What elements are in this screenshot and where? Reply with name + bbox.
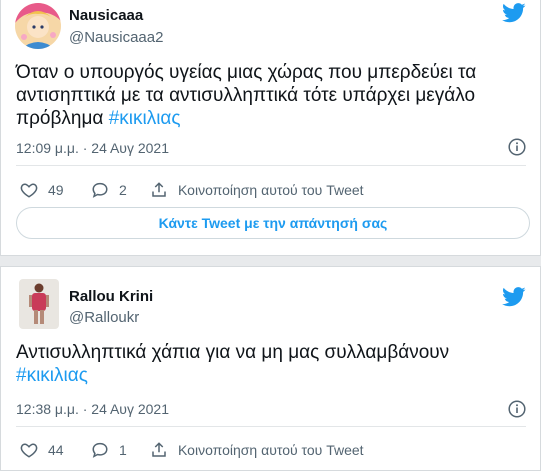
reply-count: 1: [119, 442, 127, 458]
reply-button[interactable]: 2: [91, 179, 127, 201]
divider: [16, 426, 526, 427]
like-button[interactable]: 49: [20, 179, 64, 201]
author-handle[interactable]: @Ralloukr: [69, 309, 139, 326]
author-name[interactable]: Nausicaaa: [69, 7, 143, 24]
tweet-text: Όταν ο υπουργός υγείας μιας χώρας που μπ…: [16, 62, 477, 129]
share-button[interactable]: Κοινοποίηση αυτού του Tweet: [150, 439, 364, 461]
hashtag-link[interactable]: #κικιλιας: [109, 108, 181, 129]
tweet-card-1: Nausicaaa @Nausicaaa2 Όταν ο υπουργός υγ…: [0, 0, 541, 256]
reply-bubble-icon: [92, 442, 108, 458]
reply-bubble-icon: [92, 182, 108, 198]
author-handle[interactable]: @Nausicaaa2: [69, 29, 163, 46]
twitter-bird-icon[interactable]: [502, 287, 526, 307]
like-button[interactable]: 44: [20, 439, 64, 461]
reply-count: 2: [119, 182, 127, 198]
share-icon: [152, 182, 166, 197]
reply-button[interactable]: 1: [91, 439, 127, 461]
tweet-your-reply-button[interactable]: Κάντε Tweet με την απάντησή σας: [16, 207, 530, 239]
heart-icon: [20, 443, 38, 458]
like-count: 49: [48, 182, 64, 198]
tweet-actions: 49 2 Κοινοποίηση αυτού του Tweet: [16, 179, 526, 201]
info-icon[interactable]: [508, 138, 526, 156]
tweet-actions: 44 1 Κοινοποίηση αυτού του Tweet: [16, 439, 526, 461]
share-label: Κοινοποίηση αυτού του Tweet: [178, 182, 364, 198]
share-button[interactable]: Κοινοποίηση αυτού του Tweet: [150, 179, 364, 201]
hashtag-link[interactable]: #κικιλιας: [16, 365, 88, 386]
like-count: 44: [48, 442, 64, 458]
tweet-timestamp[interactable]: 12:09 μ.μ. · 24 Αυγ 2021: [16, 140, 169, 156]
share-label: Κοινοποίηση αυτού του Tweet: [178, 442, 364, 458]
heart-icon: [20, 183, 38, 198]
twitter-bird-icon[interactable]: [502, 3, 526, 23]
avatar[interactable]: [15, 3, 61, 49]
tweet-text: Αντισυλληπτικά χάπια για να μη μας συλλα…: [16, 342, 450, 386]
info-icon[interactable]: [508, 400, 526, 418]
divider: [16, 165, 526, 166]
author-name[interactable]: Rallou Krini: [69, 288, 153, 305]
tweet-card-2: Rallou Krini @Ralloukr Αντισυλληπτικά χά…: [0, 266, 541, 471]
avatar[interactable]: [19, 279, 59, 329]
share-icon: [152, 442, 166, 457]
tweet-timestamp[interactable]: 12:38 μ.μ. · 24 Αυγ 2021: [16, 401, 169, 417]
